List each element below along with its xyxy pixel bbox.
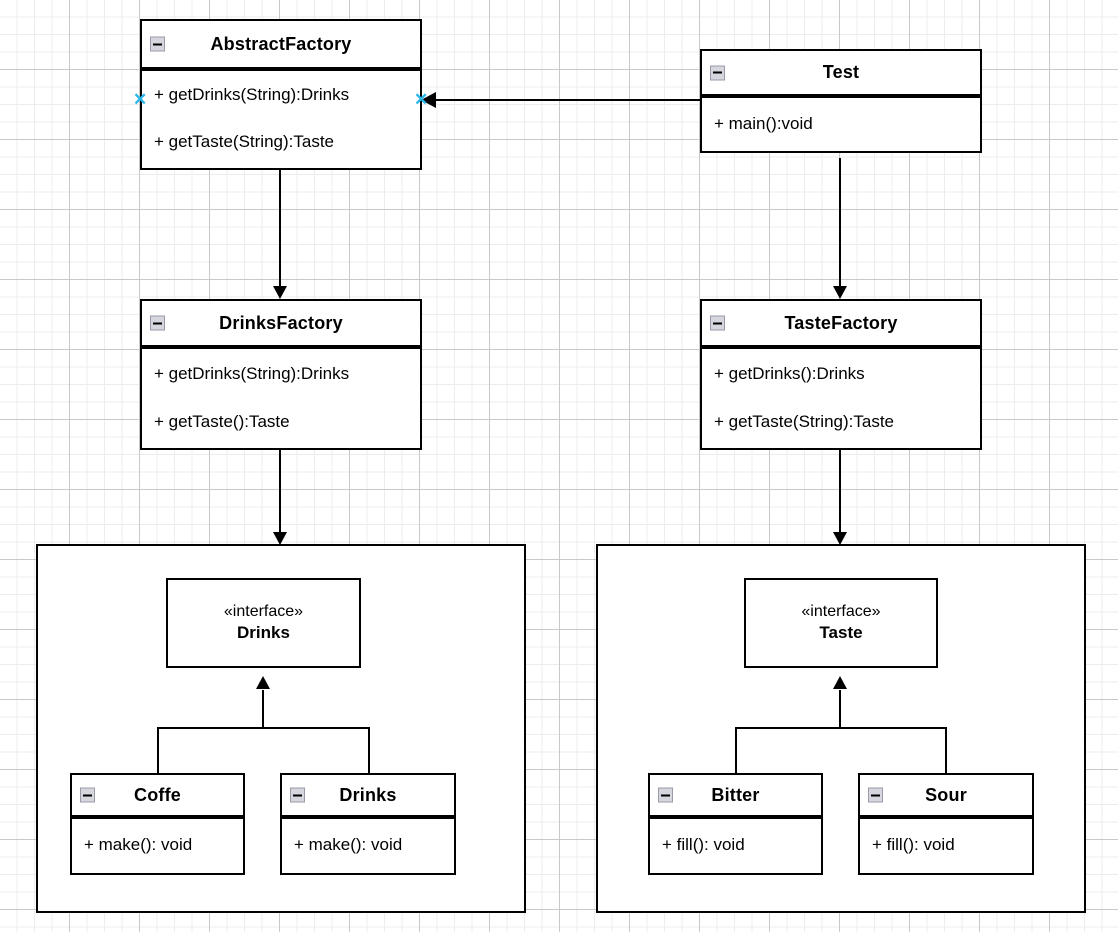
class-abstractfactory-header: AbstractFactory bbox=[142, 21, 420, 69]
connector-drinksfactory-to-drinks-package[interactable] bbox=[279, 450, 281, 536]
class-drinks-impl[interactable]: Drinks + make(): void bbox=[280, 773, 456, 875]
collapse-minus-icon[interactable] bbox=[658, 787, 673, 803]
class-drinksfactory-header: DrinksFactory bbox=[142, 301, 420, 347]
class-bitter-member-0: + fill(): void bbox=[662, 835, 745, 854]
class-drinks-impl-member-0: + make(): void bbox=[294, 835, 403, 854]
arrowhead-abstractfactory-to-tastefactory bbox=[833, 286, 847, 299]
interface-drinks[interactable]: «interface» Drinks bbox=[166, 578, 361, 668]
class-drinksfactory-member-1: + getTaste():Taste bbox=[154, 411, 290, 431]
class-tastefactory-member-0: + getDrinks():Drinks bbox=[714, 364, 865, 383]
interface-drinks-name: Drinks bbox=[237, 623, 290, 643]
arrowhead-drinksfactory-to-drinks-package bbox=[273, 532, 287, 545]
class-coffe-member-0: + make(): void bbox=[84, 835, 193, 854]
class-drinksfactory-member-0: + getDrinks(String):Drinks bbox=[154, 364, 350, 383]
interface-taste-stereotype: «interface» bbox=[801, 603, 881, 621]
class-bitter[interactable]: Bitter + fill(): void bbox=[648, 773, 823, 875]
connector-sour-to-bar[interactable] bbox=[945, 727, 947, 775]
endpoint-marker-left: ✕ bbox=[133, 90, 148, 109]
connector-drinksimpl-to-bar[interactable] bbox=[368, 727, 370, 775]
class-test-member-0: + main():void bbox=[714, 113, 813, 133]
arrowhead-taste-generalization bbox=[833, 676, 847, 689]
class-drinksfactory-body: + getDrinks(String):Drinks + getTaste():… bbox=[142, 349, 420, 444]
class-test-body: + main():void bbox=[702, 98, 980, 149]
collapse-minus-icon[interactable] bbox=[80, 787, 95, 803]
class-tastefactory-header: TasteFactory bbox=[702, 301, 980, 347]
interface-taste[interactable]: «interface» Taste bbox=[744, 578, 938, 668]
collapse-minus-icon[interactable] bbox=[710, 65, 725, 80]
class-bitter-body: + fill(): void bbox=[650, 819, 821, 871]
class-tastefactory[interactable]: TasteFactory + getDrinks():Drinks + getT… bbox=[700, 299, 982, 450]
interface-drinks-stereotype: «interface» bbox=[223, 603, 304, 621]
endpoint-marker-right: ✕ bbox=[414, 90, 429, 109]
collapse-minus-icon[interactable] bbox=[710, 315, 725, 331]
class-coffe[interactable]: Coffe + make(): void bbox=[70, 773, 245, 875]
class-drinks-impl-title: Drinks bbox=[339, 784, 397, 805]
arrowhead-drinks-generalization bbox=[256, 676, 270, 689]
class-drinks-impl-header: Drinks bbox=[282, 775, 454, 817]
class-coffe-title: Coffe bbox=[134, 784, 181, 805]
class-sour[interactable]: Sour + fill(): void bbox=[858, 773, 1034, 875]
class-tastefactory-member-1: + getTaste(String):Taste bbox=[714, 411, 895, 431]
interface-taste-name: Taste bbox=[819, 623, 863, 643]
class-sour-header: Sour bbox=[860, 775, 1032, 817]
collapse-minus-icon[interactable] bbox=[150, 36, 165, 52]
arrowhead-abstractfactory-to-drinksfactory bbox=[273, 286, 287, 299]
connector-coffe-to-bar[interactable] bbox=[157, 727, 159, 775]
class-tastefactory-body: + getDrinks():Drinks + getTaste(String):… bbox=[702, 349, 980, 444]
connector-taste-generalization-bar[interactable] bbox=[735, 727, 947, 729]
class-abstractfactory-body: + getDrinks(String):Drinks + getTaste(St… bbox=[142, 71, 420, 164]
class-abstractfactory-member-0: + getDrinks(String):Drinks bbox=[154, 85, 350, 104]
connector-drinks-generalization-stem[interactable] bbox=[262, 690, 264, 728]
class-sour-member-0: + fill(): void bbox=[872, 835, 955, 854]
class-test-title: Test bbox=[822, 62, 860, 82]
collapse-minus-icon[interactable] bbox=[150, 315, 165, 331]
connector-test-to-abstractfactory[interactable] bbox=[433, 99, 701, 101]
diagram-canvas: ✕ ✕ AbstractFactory + getDrinks(String):… bbox=[0, 0, 1118, 932]
class-test[interactable]: Test + main():void bbox=[700, 49, 982, 153]
class-coffe-header: Coffe bbox=[72, 775, 243, 817]
collapse-minus-icon[interactable] bbox=[290, 787, 305, 803]
connector-tastefactory-to-taste-package[interactable] bbox=[839, 450, 841, 536]
class-drinks-impl-body: + make(): void bbox=[282, 819, 454, 871]
class-bitter-header: Bitter bbox=[650, 775, 821, 817]
class-drinksfactory[interactable]: DrinksFactory + getDrinks(String):Drinks… bbox=[140, 299, 422, 450]
connector-abstractfactory-to-tastefactory[interactable] bbox=[839, 158, 841, 288]
connector-drinks-generalization-bar[interactable] bbox=[157, 727, 370, 729]
class-abstractfactory[interactable]: AbstractFactory + getDrinks(String):Drin… bbox=[140, 19, 422, 170]
class-sour-body: + fill(): void bbox=[860, 819, 1032, 871]
class-sour-title: Sour bbox=[925, 784, 967, 805]
class-tastefactory-title: TasteFactory bbox=[784, 312, 898, 333]
class-bitter-title: Bitter bbox=[711, 784, 760, 805]
class-abstractfactory-title: AbstractFactory bbox=[210, 33, 352, 54]
arrowhead-tastefactory-to-taste-package bbox=[833, 532, 847, 545]
connector-bitter-to-bar[interactable] bbox=[735, 727, 737, 775]
class-test-header: Test bbox=[702, 51, 980, 96]
class-coffe-body: + make(): void bbox=[72, 819, 243, 871]
class-abstractfactory-member-1: + getTaste(String):Taste bbox=[154, 131, 335, 151]
connector-abstractfactory-to-drinksfactory[interactable] bbox=[279, 170, 281, 288]
collapse-minus-icon[interactable] bbox=[868, 787, 883, 803]
connector-taste-generalization-stem[interactable] bbox=[839, 690, 841, 728]
class-drinksfactory-title: DrinksFactory bbox=[219, 312, 343, 333]
